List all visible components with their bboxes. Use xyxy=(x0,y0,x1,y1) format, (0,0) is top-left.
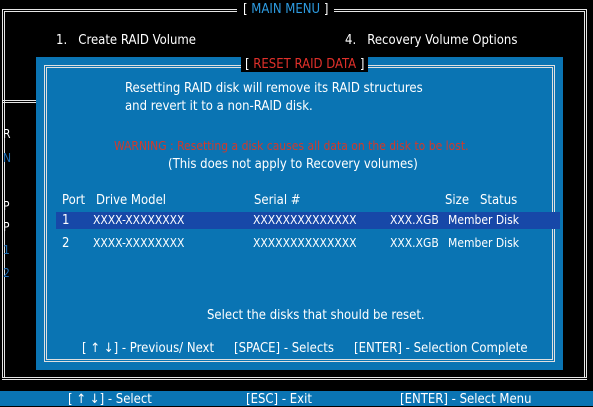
background-letter: P xyxy=(3,220,10,234)
background-letter: N xyxy=(3,151,12,165)
disk-row-1-serial[interactable]: XXXXXXXXXXXXXX xyxy=(253,213,357,227)
help-select-menu: [ENTER] - Select Menu xyxy=(400,392,532,407)
disk-row-2-port[interactable]: 2 xyxy=(62,236,69,251)
menu-item-number: 1. xyxy=(56,33,68,48)
title-bracket-close: ] xyxy=(323,2,329,17)
disk-row-1-port[interactable]: 1 xyxy=(62,213,69,228)
dialog-info-line-2: and revert it to a non-RAID disk. xyxy=(125,99,313,114)
column-header-size: Size xyxy=(445,193,470,208)
column-header-drive-model: Drive Model xyxy=(96,193,167,208)
column-header-serial: Serial # xyxy=(254,193,301,208)
disk-row-2-model[interactable]: XXXX-XXXXXXXX xyxy=(93,236,184,250)
menu-item-label: Recovery Volume Options xyxy=(367,33,518,48)
dialog-info-line-1: Resetting RAID disk will remove its RAID… xyxy=(125,81,423,96)
warning-text: WARNING : Resetting a disk causes all da… xyxy=(114,139,469,153)
menu-item-recovery-options[interactable]: 4. Recovery Volume Options xyxy=(345,33,517,48)
background-letter: 2 xyxy=(3,266,10,280)
dialog-title-bracket-open: [ xyxy=(245,57,250,72)
select-prompt: Select the disks that should be reset. xyxy=(207,308,425,323)
help-select: [ ↑ ↓] - Select xyxy=(68,392,152,407)
dialog-help-enter: [ENTER] - Selection Complete xyxy=(352,341,530,356)
disk-row-2-size[interactable]: XXX.XGB xyxy=(390,236,439,250)
main-menu-title-text: MAIN MENU xyxy=(251,2,321,17)
disk-row-2-serial[interactable]: XXXXXXXXXXXXXX xyxy=(253,236,357,250)
main-separator-left xyxy=(3,100,36,103)
column-header-status: Status xyxy=(480,193,518,208)
disk-row-1-model[interactable]: XXXX-XXXXXXXX xyxy=(93,213,184,227)
background-letter: R xyxy=(3,127,11,141)
background-letter: P xyxy=(3,199,10,213)
dialog-title-text: RESET RAID DATA xyxy=(253,57,357,72)
recovery-note: (This does not apply to Recovery volumes… xyxy=(168,157,418,172)
menu-item-label: Create RAID Volume xyxy=(78,33,197,48)
disk-row-1-size[interactable]: XXX.XGB xyxy=(390,213,439,227)
title-bracket-open: [ xyxy=(243,2,248,17)
menu-item-number: 4. xyxy=(345,33,357,48)
disk-row-1-status[interactable]: Member Disk xyxy=(448,213,519,227)
disk-row-2-status[interactable]: Member Disk xyxy=(448,236,519,250)
column-header-port: Port xyxy=(62,193,86,208)
help-exit: [ESC] - Exit xyxy=(246,392,312,407)
bottom-frame-line xyxy=(2,377,587,380)
dialog-title: [ RESET RAID DATA ] xyxy=(241,57,369,72)
bios-screen: [ MAIN MENU ] 1. Create RAID Volume 4. R… xyxy=(0,0,593,406)
dialog-help-navigate: [ ↑ ↓] - Previous/ Next xyxy=(80,341,217,356)
dialog-title-bracket-close: ] xyxy=(359,57,365,72)
main-menu-title: [ MAIN MENU ] xyxy=(237,2,335,17)
dialog-help-space: [SPACE] - Selects xyxy=(232,341,336,356)
background-letter: 1 xyxy=(3,243,10,257)
menu-item-create-raid[interactable]: 1. Create RAID Volume xyxy=(56,33,196,48)
